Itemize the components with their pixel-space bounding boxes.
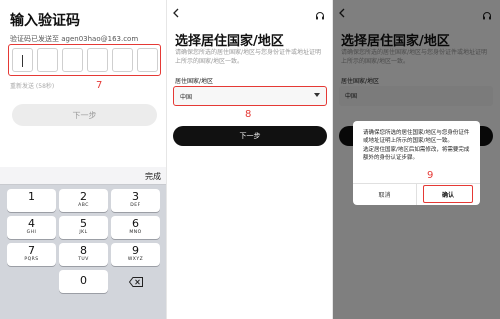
key-5[interactable]: 5 JKL: [59, 216, 108, 239]
key-2[interactable]: 2 ABC: [59, 189, 108, 212]
step-annotation-7: 7: [96, 80, 103, 91]
caret-down-icon: [314, 93, 320, 97]
code-digit-input-1[interactable]: [12, 48, 33, 72]
code-digit-input-2[interactable]: [37, 48, 58, 72]
key-4[interactable]: 4 GHI: [7, 216, 56, 239]
page-description: 请确保您所选的居住国家/地区与您身份证件或地址证明上所示的国家/地区一致。: [175, 49, 322, 65]
key-9[interactable]: 9 WXYZ: [111, 243, 160, 266]
selected-country: 中国: [180, 94, 193, 101]
code-digit-input-5[interactable]: [112, 48, 133, 72]
page-title: 选择居住国家/地区: [175, 34, 284, 49]
next-button[interactable]: 下一步: [173, 126, 327, 146]
country-field-label: 居住国家/地区: [175, 78, 214, 85]
code-sent-subtitle: 验证码已发送至 agen03hao@163.com: [10, 35, 139, 43]
dialog-line-1: 请确保您所选的居住国家/地区与您身份证件或地址证明上所示的国家/地区一致。: [363, 130, 470, 144]
confirm-button[interactable]: 确认: [423, 185, 473, 203]
support-headset-icon[interactable]: [315, 6, 325, 20]
back-button[interactable]: [173, 8, 179, 21]
delete-key[interactable]: [111, 270, 160, 293]
keyboard-toolbar: 完成: [0, 167, 167, 185]
dialog-line-2: 选定居住国家/地区后如需修改，将需要完成额外的身份认证步骤。: [363, 147, 470, 161]
page-title: 输入验证码: [10, 13, 80, 29]
step-annotation-8: 8: [245, 109, 252, 120]
backspace-icon: [128, 276, 143, 287]
key-6[interactable]: 6 MNO: [111, 216, 160, 239]
key-1[interactable]: 1: [7, 189, 56, 212]
confirm-country-screen: 选择居住国家/地区 请确保您所选的居住国家/地区与您身份证件或地址证明上所示的国…: [333, 0, 500, 319]
confirm-dialog: 请确保您所选的居住国家/地区与您身份证件或地址证明上所示的国家/地区一致。 选定…: [353, 121, 480, 205]
step-annotation-9: 9: [427, 170, 434, 181]
code-digit-input-6[interactable]: [137, 48, 158, 72]
dialog-message: 请确保您所选的居住国家/地区与您身份证件或地址证明上所示的国家/地区一致。 选定…: [363, 129, 473, 163]
key-3[interactable]: 3 DEF: [111, 189, 160, 212]
keyboard-done-button[interactable]: 完成: [145, 171, 161, 182]
key-8[interactable]: 8 TUV: [59, 243, 108, 266]
cancel-button[interactable]: 取消: [353, 183, 416, 205]
country-select[interactable]: 中国: [173, 86, 327, 106]
text-caret: [22, 55, 23, 67]
code-digit-input-4[interactable]: [87, 48, 108, 72]
dialog-divider: [416, 183, 417, 205]
verification-code-screen: 输入验证码 验证码已发送至 agen03hao@163.com 重新发送 (58…: [0, 0, 167, 319]
numeric-keyboard: 完成 1 2 ABC 3 DEF 4 GHI 5 JKL 6 MNO 7 PQRS 8 TUV…: [0, 167, 167, 319]
resend-countdown: 重新发送 (58秒): [10, 83, 55, 90]
select-country-screen: 选择居住国家/地区 请确保您所选的居住国家/地区与您身份证件或地址证明上所示的国…: [167, 0, 333, 319]
key-0[interactable]: 0: [59, 270, 108, 293]
key-7[interactable]: 7 PQRS: [7, 243, 56, 266]
next-button-disabled[interactable]: 下一步: [12, 104, 157, 126]
chevron-left-icon: [173, 8, 179, 18]
code-digit-input-3[interactable]: [62, 48, 83, 72]
